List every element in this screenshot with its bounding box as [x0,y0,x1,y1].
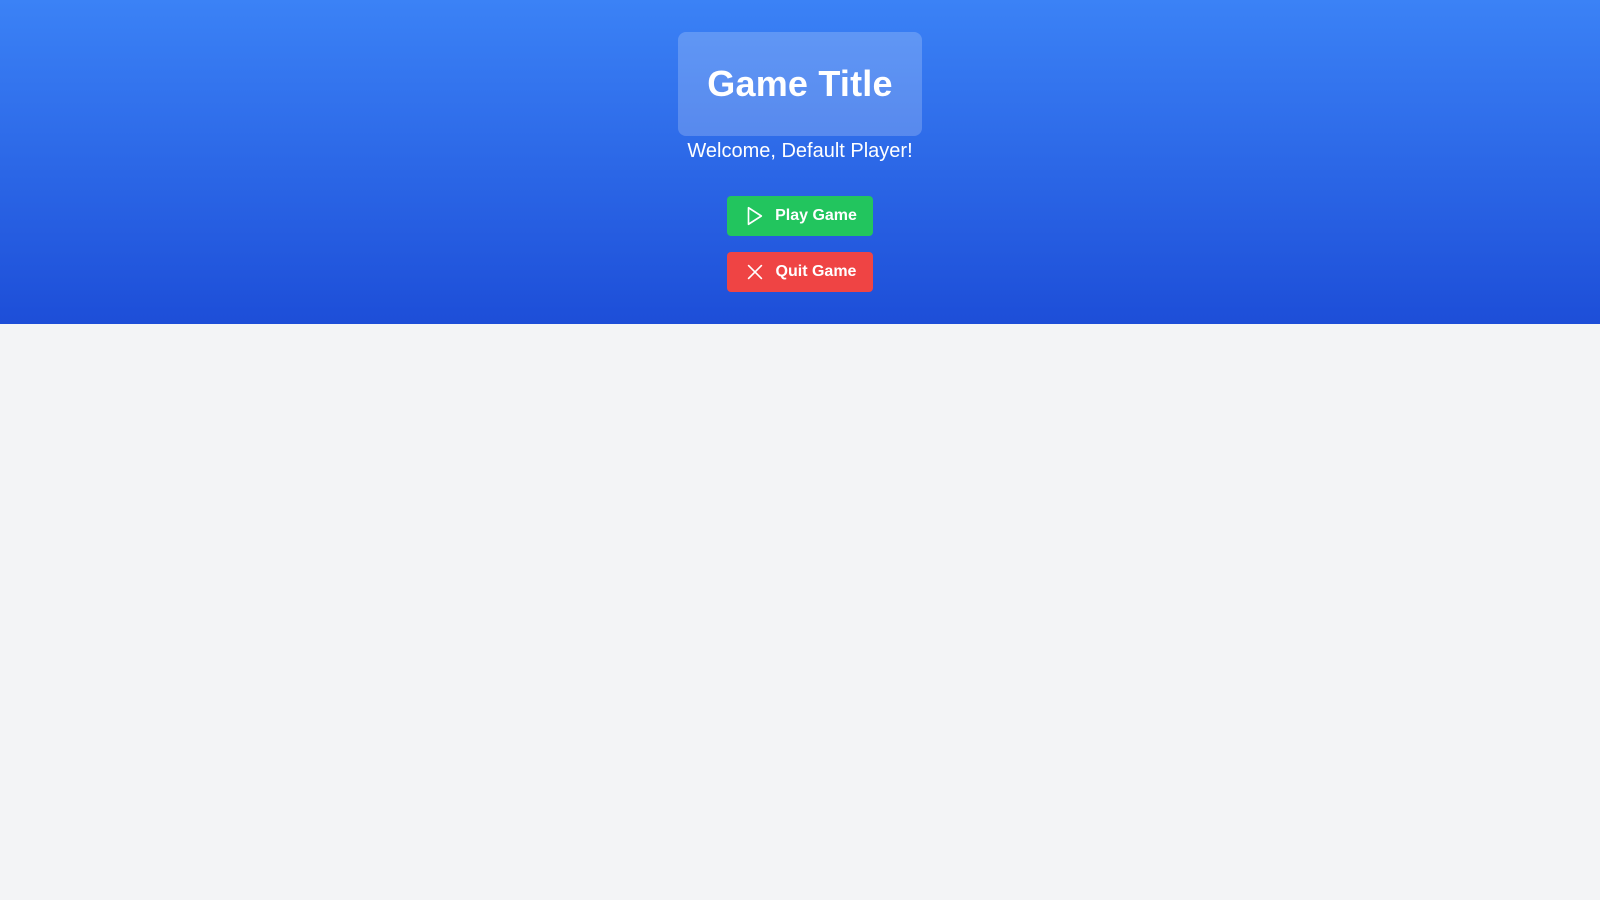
game-title: Game Title [707,63,893,104]
quit-game-button[interactable]: Quit Game [727,252,873,292]
hero-banner: Game Title Welcome, Default Player! Play… [0,0,1600,324]
play-icon [743,205,765,227]
title-card: Game Title [678,32,922,136]
quit-game-label: Quit Game [775,263,857,280]
play-game-button[interactable]: Play Game [727,196,873,236]
close-icon [744,261,766,283]
welcome-message: Welcome, Default Player! [687,140,913,162]
play-game-label: Play Game [775,207,857,224]
